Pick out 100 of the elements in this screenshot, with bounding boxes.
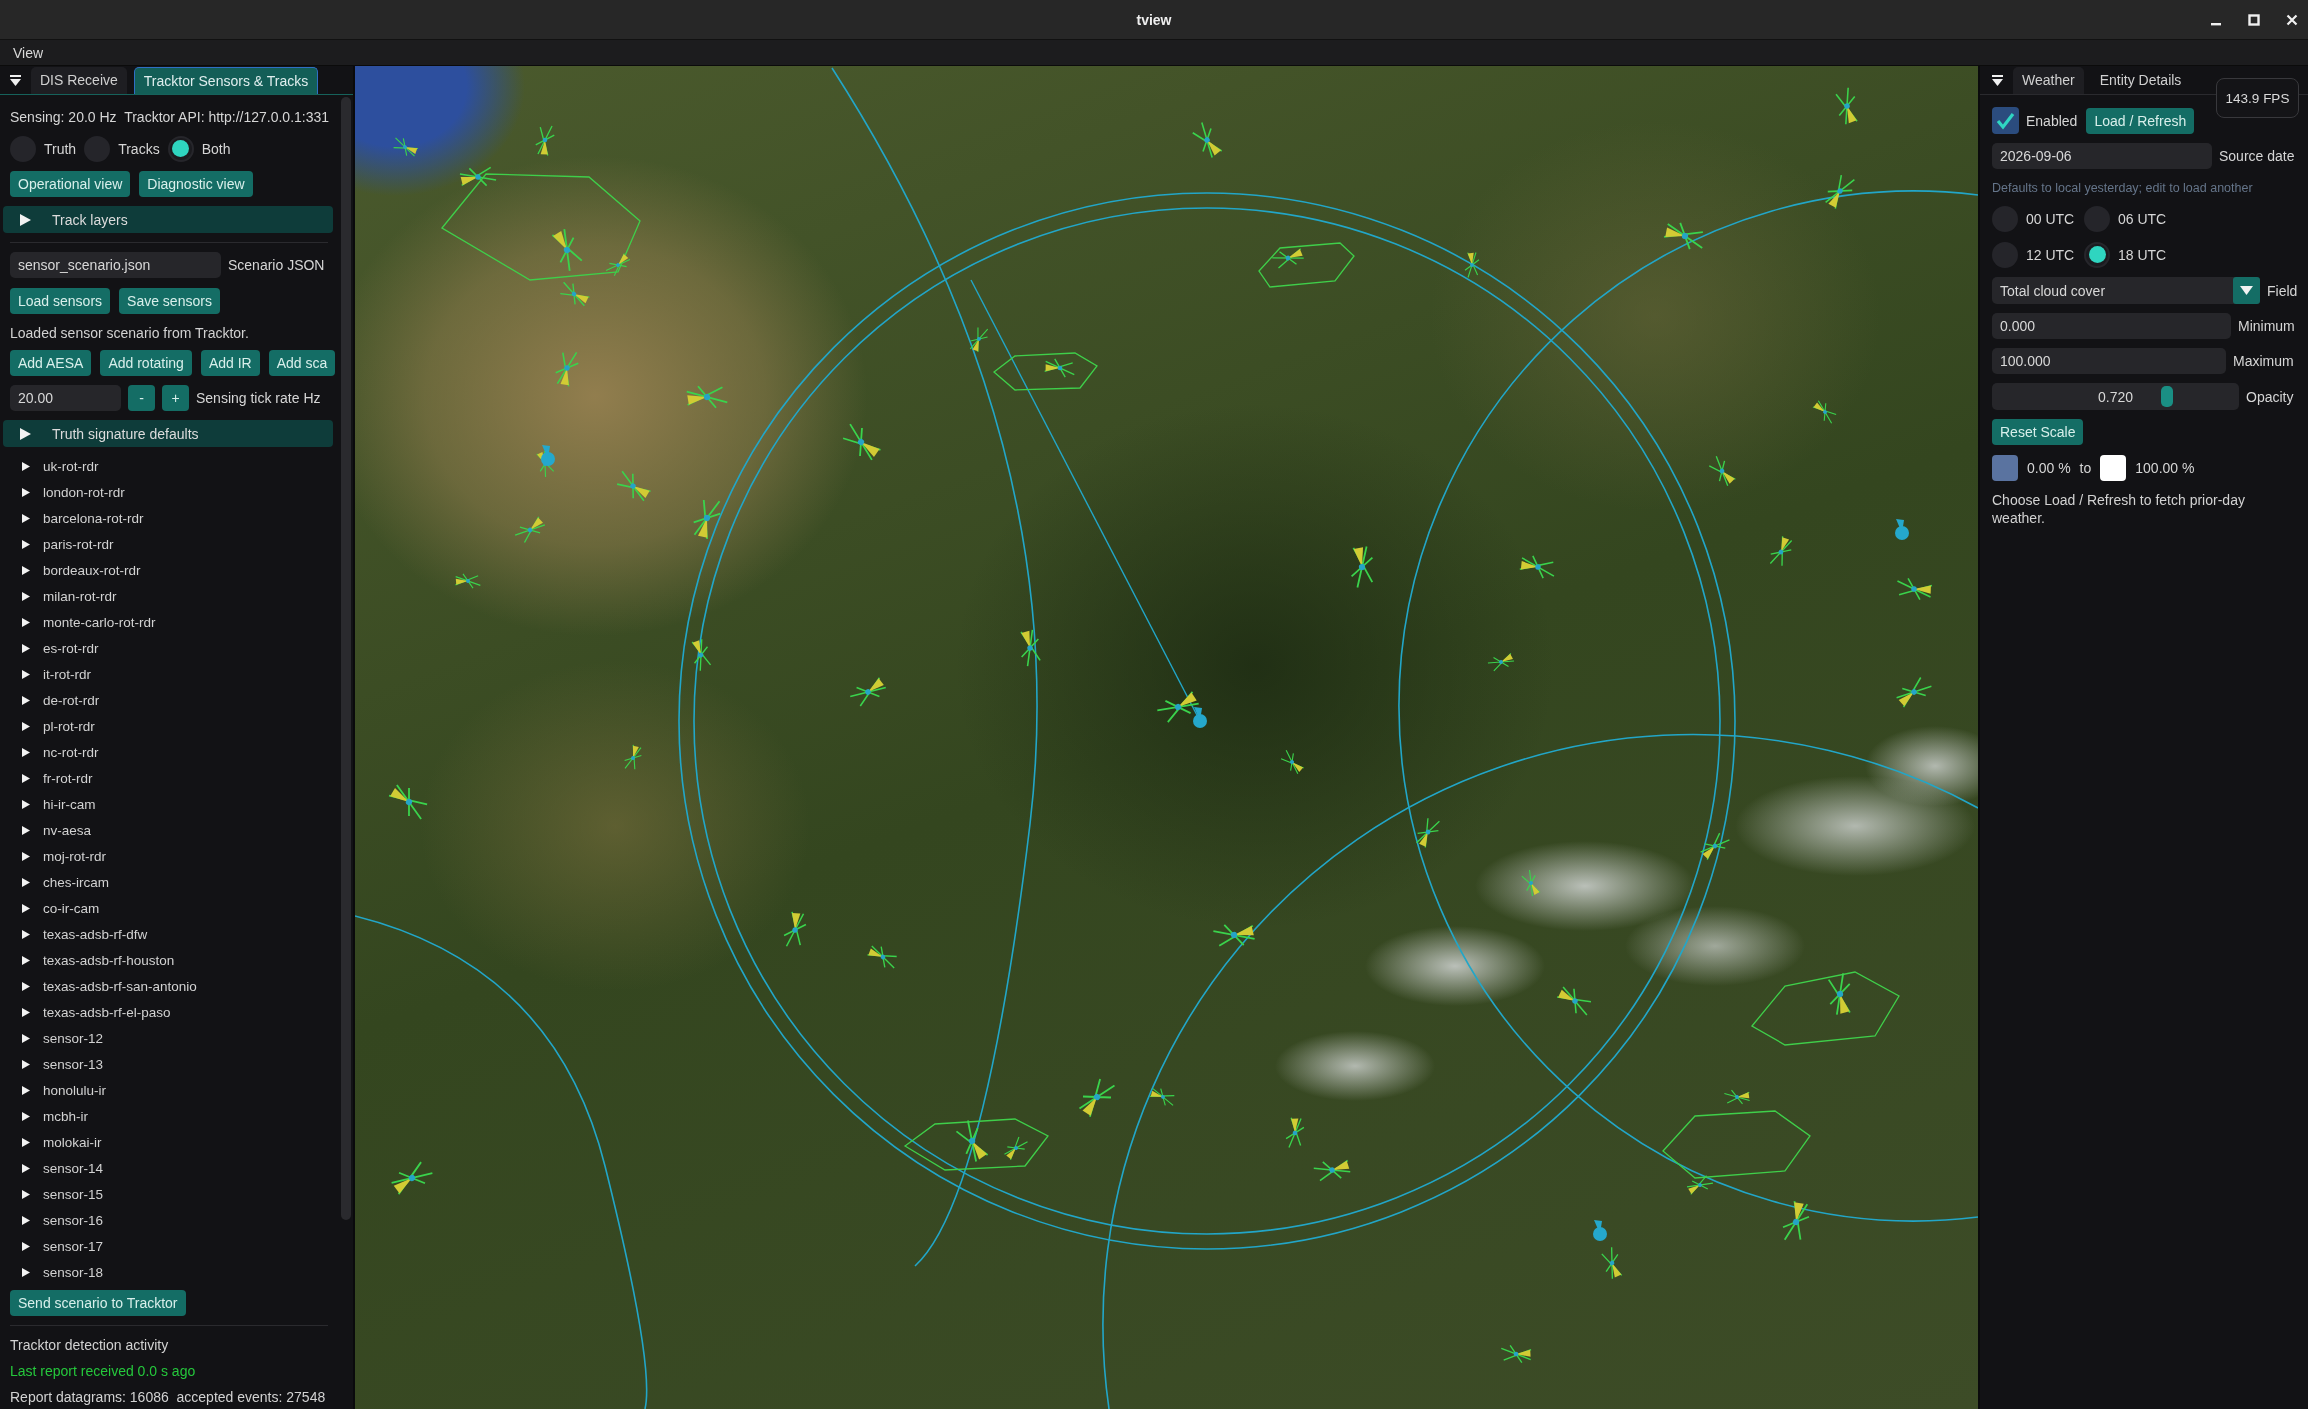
track-marker[interactable]	[388, 784, 428, 820]
sensor-tree-item[interactable]: sensor-18	[10, 1259, 197, 1285]
track-marker[interactable]	[1156, 690, 1200, 724]
sensor-tree-item[interactable]: nc-rot-rdr	[10, 739, 197, 765]
track-marker[interactable]	[605, 252, 631, 277]
sensor-tree-item[interactable]: london-rot-rdr	[10, 479, 197, 505]
track-marker[interactable]	[1415, 817, 1441, 849]
sensor-tree-item[interactable]: mcbh-ir	[10, 1103, 197, 1129]
sensor-tree-item[interactable]: ches-ircam	[10, 869, 197, 895]
track-marker[interactable]	[969, 327, 989, 353]
radio-option[interactable]: Tracks	[84, 135, 160, 162]
track-marker[interactable]	[616, 470, 652, 502]
track-marker[interactable]	[390, 1161, 434, 1195]
reset-scale-button[interactable]: Reset Scale	[1992, 419, 2084, 445]
close-icon[interactable]	[2286, 13, 2298, 26]
track-marker[interactable]	[1556, 986, 1592, 1016]
menu-item[interactable]: View	[13, 42, 44, 63]
number-field[interactable]: 100.000	[1992, 348, 2226, 374]
sensor-tree-item[interactable]: monte-carlo-rot-rdr	[10, 609, 197, 635]
decrement-button[interactable]: -	[128, 385, 155, 411]
track-marker[interactable]	[1663, 221, 1704, 251]
sensor-site-icon[interactable]	[1193, 707, 1207, 728]
sensor-tree-item[interactable]: pl-rot-rdr	[10, 713, 197, 739]
track-marker[interactable]	[1824, 174, 1856, 210]
sensor-tree-item[interactable]: co-ir-cam	[10, 895, 197, 921]
add-sensor-button[interactable]: Add IR	[200, 350, 260, 376]
number-field[interactable]: 20.00	[10, 385, 121, 411]
radio-option[interactable]: 06 UTC	[2084, 205, 2167, 232]
sensor-tree-item[interactable]: sensor-17	[10, 1233, 197, 1259]
sensor-tree-item[interactable]: paris-rot-rdr	[10, 531, 197, 557]
track-marker[interactable]	[1686, 1175, 1714, 1195]
track-marker[interactable]	[551, 228, 583, 272]
opacity-slider[interactable]: 0.720	[1992, 383, 2239, 410]
track-marker[interactable]	[1350, 545, 1374, 589]
field-dropdown[interactable]: Total cloud cover	[1992, 277, 2260, 304]
sensor-tree-item[interactable]: fr-rot-rdr	[10, 765, 197, 791]
track-marker[interactable]	[691, 638, 712, 672]
panel-tab[interactable]: DIS Receive	[31, 67, 127, 94]
track-marker[interactable]	[1708, 455, 1737, 487]
track-marker[interactable]	[1312, 1159, 1352, 1182]
track-marker[interactable]	[514, 516, 546, 544]
panel-tab[interactable]: Tracktor Sensors & Tracks	[133, 67, 319, 94]
track-marker[interactable]	[1521, 869, 1541, 897]
track-marker[interactable]	[1500, 1344, 1532, 1364]
track-marker[interactable]	[1699, 832, 1731, 861]
track-marker[interactable]	[842, 423, 882, 461]
track-marker[interactable]	[692, 499, 722, 540]
text-field[interactable]: sensor_scenario.json	[10, 252, 221, 278]
radio-option[interactable]: Both	[167, 135, 231, 162]
radio-option[interactable]: Truth	[10, 135, 77, 162]
track-marker[interactable]	[1285, 1117, 1305, 1149]
track-marker[interactable]	[1003, 1136, 1029, 1161]
track-marker[interactable]	[955, 1119, 989, 1163]
sensor-tree-item[interactable]: sensor-16	[10, 1207, 197, 1233]
collapsing-header[interactable]: Track layers	[3, 206, 333, 233]
track-marker[interactable]	[1896, 577, 1933, 601]
track-marker[interactable]	[1835, 86, 1858, 126]
maximize-icon[interactable]	[2248, 13, 2260, 26]
sensor-site-icon[interactable]	[1895, 519, 1909, 540]
collapsing-header[interactable]: Truth signature defaults	[3, 420, 333, 447]
sensor-tree-item[interactable]: moj-rot-rdr	[10, 843, 197, 869]
track-marker[interactable]	[1043, 358, 1075, 378]
sensor-tree-item[interactable]: it-rot-rdr	[10, 661, 197, 687]
track-marker[interactable]	[1078, 1078, 1116, 1118]
radio-option[interactable]: 12 UTC	[1992, 241, 2084, 268]
track-marker[interactable]	[624, 744, 642, 770]
sensor-tree-item[interactable]: hi-ir-cam	[10, 791, 197, 817]
sensor-tree-item[interactable]: sensor-13	[10, 1051, 197, 1077]
color-swatch-icon[interactable]	[1992, 455, 2018, 481]
panel-tab[interactable]: Weather	[2013, 67, 2084, 94]
sensor-tree-item[interactable]: texas-adsb-rf-dfw	[10, 921, 197, 947]
track-marker[interactable]	[535, 125, 555, 157]
track-marker[interactable]	[866, 945, 898, 969]
enabled-checkbox[interactable]: Enabled	[1992, 107, 2078, 134]
radio-option[interactable]: 18 UTC	[2084, 241, 2167, 268]
sensor-tree-item[interactable]: uk-rot-rdr	[10, 453, 197, 479]
slider-thumb[interactable]	[2161, 386, 2174, 407]
sensor-tree-item[interactable]: milan-rot-rdr	[10, 583, 197, 609]
sensor-tree-item[interactable]: texas-adsb-rf-houston	[10, 947, 197, 973]
scrollbar[interactable]	[341, 97, 351, 1220]
track-marker[interactable]	[783, 911, 807, 948]
tab-menu-icon[interactable]	[1992, 74, 2003, 86]
sensor-tree-item[interactable]: barcelona-rot-rdr	[10, 505, 197, 531]
track-marker[interactable]	[1812, 400, 1837, 424]
sensor-tree-item[interactable]: nv-aesa	[10, 817, 197, 843]
radio-option[interactable]: 00 UTC	[1992, 205, 2084, 232]
track-marker[interactable]	[1601, 1246, 1623, 1280]
track-marker[interactable]	[1782, 1200, 1810, 1241]
sensor-tree-item[interactable]: es-rot-rdr	[10, 635, 197, 661]
load-refresh-button[interactable]: Load / Refresh	[2086, 107, 2195, 134]
track-marker[interactable]	[459, 166, 497, 187]
view-button[interactable]: Diagnostic view	[139, 171, 253, 197]
track-marker[interactable]	[849, 676, 887, 707]
track-marker[interactable]	[1212, 924, 1256, 947]
track-marker[interactable]	[1827, 972, 1851, 1016]
track-marker[interactable]	[554, 351, 580, 388]
track-marker[interactable]	[1280, 749, 1305, 775]
track-marker[interactable]	[1723, 1089, 1751, 1105]
track-marker[interactable]	[1191, 121, 1223, 159]
track-marker[interactable]	[1895, 676, 1933, 708]
